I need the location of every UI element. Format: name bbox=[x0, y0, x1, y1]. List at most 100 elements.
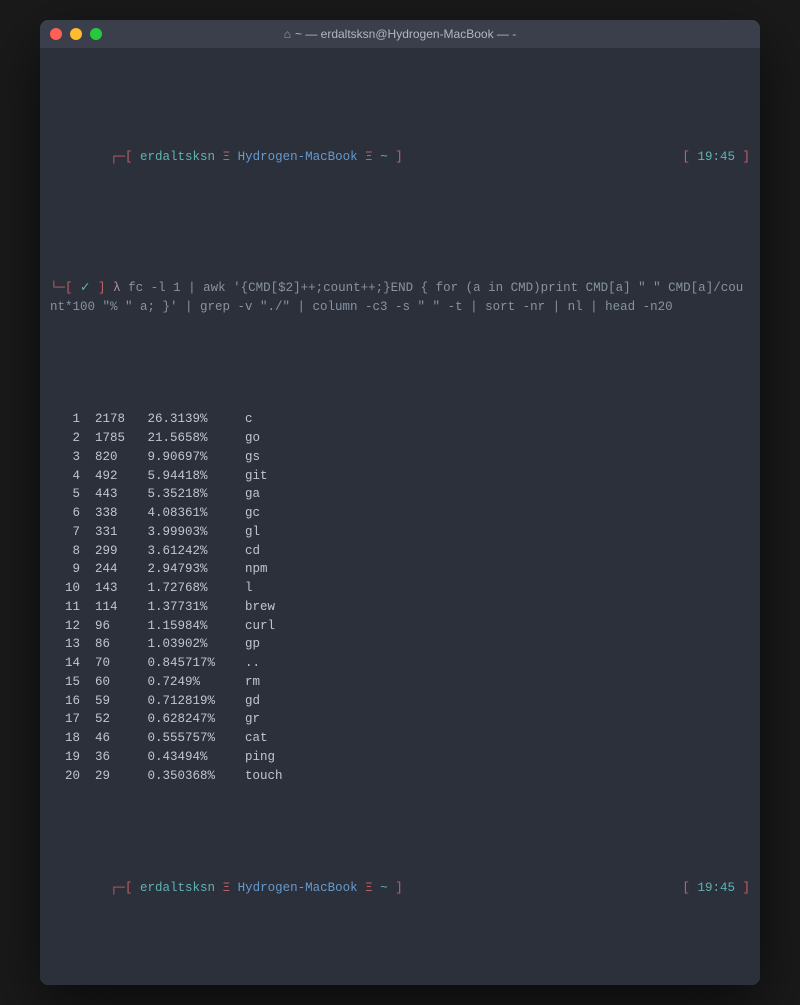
col-count: 820 bbox=[95, 448, 133, 467]
table-row: 101431.72768%l bbox=[50, 579, 750, 598]
col-rank: 20 bbox=[50, 767, 80, 786]
table-row: 15600.7249%rm bbox=[50, 673, 750, 692]
col-rank: 2 bbox=[50, 429, 80, 448]
prompt-corner-top: ┌─[ bbox=[110, 150, 133, 164]
col-count: 29 bbox=[95, 767, 133, 786]
col-count: 52 bbox=[95, 710, 133, 729]
col-pct: 1.03902% bbox=[148, 635, 223, 654]
col-cmd: gc bbox=[245, 504, 750, 523]
col-pct: 2.94793% bbox=[148, 560, 223, 579]
prompt-path: ~ bbox=[380, 150, 388, 164]
prompt2-host: Hydrogen-MacBook bbox=[238, 881, 358, 895]
col-cmd: l bbox=[245, 579, 750, 598]
col-count: 2178 bbox=[95, 410, 133, 429]
table-row: 13861.03902%gp bbox=[50, 635, 750, 654]
prompt-bracket-close: ] bbox=[395, 150, 403, 164]
col-pct: 26.3139% bbox=[148, 410, 223, 429]
prompt-user: erdaltsksn bbox=[140, 150, 215, 164]
maximize-icon[interactable] bbox=[90, 28, 102, 40]
col-pct: 3.99903% bbox=[148, 523, 223, 542]
col-cmd: gd bbox=[245, 692, 750, 711]
col-pct: 0.845717% bbox=[148, 654, 223, 673]
col-pct: 5.35218% bbox=[148, 485, 223, 504]
col-cmd: npm bbox=[245, 560, 750, 579]
col-rank: 11 bbox=[50, 598, 80, 617]
col-rank: 7 bbox=[50, 523, 80, 542]
col-count: 96 bbox=[95, 617, 133, 636]
col-pct: 21.5658% bbox=[148, 429, 223, 448]
col-rank: 3 bbox=[50, 448, 80, 467]
col-rank: 13 bbox=[50, 635, 80, 654]
col-pct: 0.712819% bbox=[148, 692, 223, 711]
col-cmd: touch bbox=[245, 767, 750, 786]
col-rank: 4 bbox=[50, 467, 80, 486]
col-pct: 1.37731% bbox=[148, 598, 223, 617]
col-cmd: go bbox=[245, 429, 750, 448]
col-rank: 18 bbox=[50, 729, 80, 748]
col-count: 443 bbox=[95, 485, 133, 504]
prompt2-user: erdaltsksn bbox=[140, 881, 215, 895]
table-row: 111141.37731%brew bbox=[50, 598, 750, 617]
col-rank: 5 bbox=[50, 485, 80, 504]
table-row: 16590.712819%gd bbox=[50, 692, 750, 711]
traffic-lights bbox=[50, 28, 102, 40]
col-rank: 19 bbox=[50, 748, 80, 767]
minimize-icon[interactable] bbox=[70, 28, 82, 40]
output-table: 1217826.3139%c2178521.5658%go38209.90697… bbox=[50, 410, 750, 785]
col-count: 338 bbox=[95, 504, 133, 523]
col-rank: 16 bbox=[50, 692, 80, 711]
col-cmd: ping bbox=[245, 748, 750, 767]
col-count: 36 bbox=[95, 748, 133, 767]
col-count: 331 bbox=[95, 523, 133, 542]
prompt-bracket-close2: ] bbox=[98, 281, 106, 295]
table-row: 63384.08361%gc bbox=[50, 504, 750, 523]
col-cmd: curl bbox=[245, 617, 750, 636]
terminal-body[interactable]: ┌─[ erdaltsksn Ξ Hydrogen-MacBook Ξ ~ ] … bbox=[40, 48, 760, 985]
col-count: 46 bbox=[95, 729, 133, 748]
col-rank: 14 bbox=[50, 654, 80, 673]
col-cmd: ga bbox=[245, 485, 750, 504]
col-pct: 1.72768% bbox=[148, 579, 223, 598]
col-count: 492 bbox=[95, 467, 133, 486]
table-row: 5 443 5.35218% ga bbox=[50, 485, 750, 504]
close-icon[interactable] bbox=[50, 28, 62, 40]
col-rank: 9 bbox=[50, 560, 80, 579]
col-pct: 0.350368% bbox=[148, 767, 223, 786]
col-pct: 9.90697% bbox=[148, 448, 223, 467]
titlebar[interactable]: ⌂~ — erdaltsksn@Hydrogen-MacBook — - bbox=[40, 20, 760, 48]
prompt2-corner-top: ┌─[ bbox=[110, 881, 133, 895]
xi-sep2: Ξ bbox=[365, 150, 373, 164]
col-pct: 3.61242% bbox=[148, 542, 223, 561]
col-cmd: cd bbox=[245, 542, 750, 561]
col-cmd: rm bbox=[245, 673, 750, 692]
col-rank: 10 bbox=[50, 579, 80, 598]
col-cmd: cat bbox=[245, 729, 750, 748]
col-rank: 8 bbox=[50, 542, 80, 561]
prompt-corner-bottom: └─[ bbox=[50, 281, 73, 295]
col-pct: 0.628247% bbox=[148, 710, 223, 729]
col-cmd: git bbox=[245, 467, 750, 486]
table-row: 20 29 0.350368% touch bbox=[50, 767, 750, 786]
window-title: ⌂~ — erdaltsksn@Hydrogen-MacBook — - bbox=[40, 27, 760, 41]
col-count: 1785 bbox=[95, 429, 133, 448]
col-count: 299 bbox=[95, 542, 133, 561]
prompt-line-2-top: ┌─[ erdaltsksn Ξ Hydrogen-MacBook Ξ ~ ] … bbox=[50, 860, 750, 916]
col-rank: 17 bbox=[50, 710, 80, 729]
prompt-line-1-top: ┌─[ erdaltsksn Ξ Hydrogen-MacBook Ξ ~ ] … bbox=[50, 129, 750, 185]
col-cmd: gp bbox=[245, 635, 750, 654]
col-pct: 1.15984% bbox=[148, 617, 223, 636]
table-row: 2 1785 21.5658% go bbox=[50, 429, 750, 448]
table-row: 8 299 3.61242% cd bbox=[50, 542, 750, 561]
command-text: fc -l 1 | awk '{CMD[$2]++;count++;}END {… bbox=[50, 281, 743, 314]
prompt2-time: 19:45 bbox=[697, 881, 735, 895]
col-count: 244 bbox=[95, 560, 133, 579]
col-pct: 0.7249% bbox=[148, 673, 223, 692]
table-row: 73313.99903%gl bbox=[50, 523, 750, 542]
table-row: 17520.628247%gr bbox=[50, 710, 750, 729]
col-rank: 1 bbox=[50, 410, 80, 429]
col-count: 114 bbox=[95, 598, 133, 617]
col-rank: 6 bbox=[50, 504, 80, 523]
col-cmd: .. bbox=[245, 654, 750, 673]
table-row: 9 244 2.94793% npm bbox=[50, 560, 750, 579]
home-icon: ⌂ bbox=[284, 27, 291, 41]
